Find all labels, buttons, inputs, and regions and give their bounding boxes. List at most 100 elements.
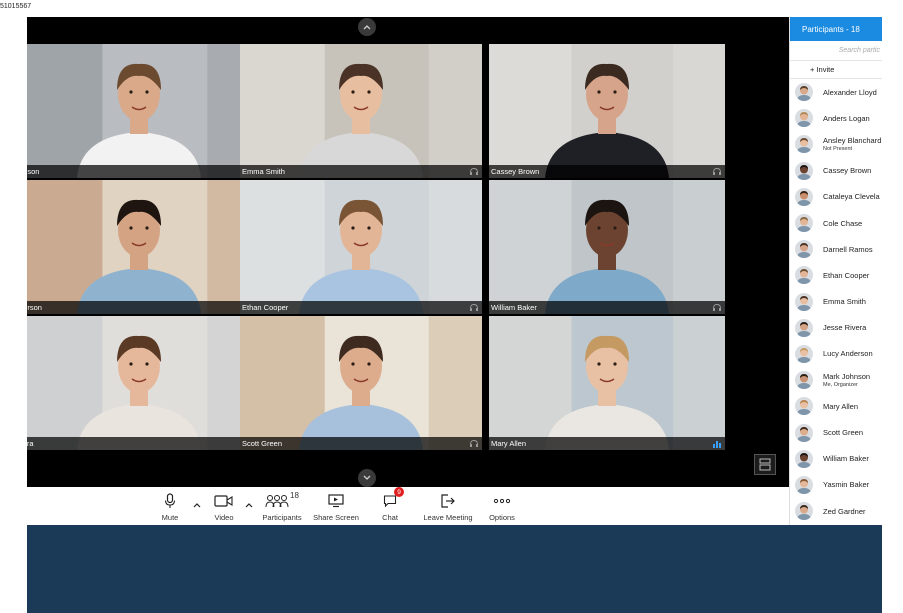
participant-list-item[interactable]: Lucy Anderson	[790, 341, 882, 367]
participants-panel-title: Participants - 18	[790, 17, 882, 41]
participant-video-feed	[27, 316, 261, 450]
microphone-icon	[164, 493, 176, 508]
headset-icon	[713, 304, 721, 311]
participant-list-item[interactable]: Cassey Brown	[790, 158, 882, 184]
participant-video-feed	[489, 316, 725, 450]
video-camera-icon	[214, 495, 233, 507]
video-tile[interactable]: Scott Green	[240, 316, 482, 450]
scroll-up-button[interactable]	[358, 18, 376, 36]
options-button[interactable]: Options	[487, 487, 517, 525]
chevron-up-icon	[363, 25, 371, 30]
participant-list-item[interactable]: Mary Allen	[790, 393, 882, 419]
share-screen-icon	[328, 494, 344, 508]
participant-name: Mary Allen	[823, 401, 859, 411]
participant-list-item[interactable]: Alexander Lloyd	[790, 79, 882, 105]
avatar	[795, 397, 813, 416]
video-options-caret[interactable]	[245, 501, 253, 509]
participant-name: Emma Smith	[823, 297, 866, 307]
chevron-down-icon	[363, 475, 371, 480]
tile-name-bar: William Baker	[489, 301, 725, 314]
video-tile[interactable]: derson	[27, 180, 261, 314]
participant-list-item[interactable]: Emma Smith	[790, 289, 882, 315]
participant-list-item[interactable]: Darnell Ramos	[790, 236, 882, 262]
bottom-bar	[27, 525, 882, 613]
avatar-image	[795, 187, 813, 206]
left-edge	[0, 17, 27, 613]
avatar-image	[795, 502, 813, 521]
video-tile[interactable]: nnson	[27, 44, 261, 178]
screen-id-label: 51015567	[0, 3, 32, 10]
leave-icon	[441, 494, 455, 508]
avatar	[795, 423, 813, 442]
tile-participant-name: Cassey Brown	[491, 167, 540, 176]
avatar-image	[795, 449, 813, 468]
participant-name: Cataleya Clevela	[823, 192, 880, 202]
video-tile[interactable]: Emma Smith	[240, 44, 482, 178]
participant-list: Alexander Lloyd Anders Logan Ansley Blanch…	[790, 79, 882, 524]
participant-video-feed	[489, 44, 725, 178]
participant-list-item[interactable]: Yasmin Baker	[790, 472, 882, 498]
chat-unread-badge: 9	[394, 487, 404, 497]
leave-meeting-button[interactable]: Leave Meeting	[420, 487, 476, 525]
avatar-image	[795, 397, 813, 416]
avatar	[795, 475, 813, 494]
mute-button[interactable]: Mute	[157, 487, 183, 525]
participant-video-feed	[489, 180, 725, 314]
participant-list-item[interactable]: Ansley Blanchard Not Present	[790, 131, 882, 157]
avatar-image	[795, 344, 813, 363]
tile-participant-name: Emma Smith	[242, 167, 285, 176]
tile-name-bar: Ethan Cooper	[240, 301, 482, 314]
leave-meeting-label: Leave Meeting	[423, 513, 473, 522]
avatar-image	[795, 135, 813, 154]
avatar	[795, 344, 813, 363]
video-tile[interactable]: Ethan Cooper	[240, 180, 482, 314]
mute-label: Mute	[161, 513, 179, 522]
chat-button[interactable]: 9 Chat	[377, 487, 404, 525]
participant-name: Darnell Ramos	[823, 244, 873, 254]
participant-list-item[interactable]: Scott Green	[790, 419, 882, 445]
participant-name: Yasmin Baker	[823, 480, 870, 490]
invite-button[interactable]: + Invite	[790, 61, 882, 79]
participant-name: Ethan Cooper	[823, 270, 870, 280]
avatar-image	[795, 161, 813, 180]
participant-list-item[interactable]: Cataleya Clevela	[790, 184, 882, 210]
avatar	[795, 502, 813, 521]
participant-list-item[interactable]: Ethan Cooper	[790, 262, 882, 288]
avatar	[795, 318, 813, 337]
participant-list-item[interactable]: Mark Johnson Me, Organizer	[790, 367, 882, 393]
participant-name: Jesse Rivera	[823, 323, 867, 333]
avatar	[795, 135, 813, 154]
avatar	[795, 449, 813, 468]
video-tile[interactable]: Cassey Brown	[489, 44, 725, 178]
participants-button[interactable]: 18 Participants	[260, 487, 304, 525]
participant-list-item[interactable]: Anders Logan	[790, 105, 882, 131]
avatar	[795, 83, 813, 102]
tile-participant-name: Mary Allen	[491, 439, 527, 448]
tile-participant-name: William Baker	[491, 303, 537, 312]
avatar-image	[795, 83, 813, 102]
participants-label: Participants	[262, 513, 302, 522]
participant-list-item[interactable]: William Baker	[790, 446, 882, 472]
audio-options-caret[interactable]	[193, 501, 201, 509]
window-top-strip: 51015567	[0, 0, 903, 17]
participant-list-item[interactable]: Zed Gardner	[790, 498, 882, 524]
video-tile[interactable]: Mary Allen	[489, 316, 725, 450]
participant-list-item[interactable]: Jesse Rivera	[790, 315, 882, 341]
participant-name: Cassey Brown	[823, 166, 872, 176]
participant-name: William Baker	[823, 454, 869, 464]
avatar	[795, 371, 813, 390]
right-edge	[882, 0, 903, 613]
avatar	[795, 292, 813, 311]
layout-toggle-button[interactable]	[754, 454, 776, 475]
participant-name: Zed Gardner	[823, 506, 866, 516]
video-tile[interactable]: William Baker	[489, 180, 725, 314]
avatar-image	[795, 423, 813, 442]
video-button[interactable]: Video	[211, 487, 237, 525]
participant-search-input[interactable]: Search partic	[790, 41, 882, 61]
share-screen-button[interactable]: Share Screen	[312, 487, 360, 525]
participant-list-item[interactable]: Cole Chase	[790, 210, 882, 236]
participant-video-feed	[240, 316, 482, 450]
scroll-down-button[interactable]	[358, 469, 376, 487]
avatar-image	[795, 109, 813, 128]
video-tile[interactable]: vera	[27, 316, 261, 450]
